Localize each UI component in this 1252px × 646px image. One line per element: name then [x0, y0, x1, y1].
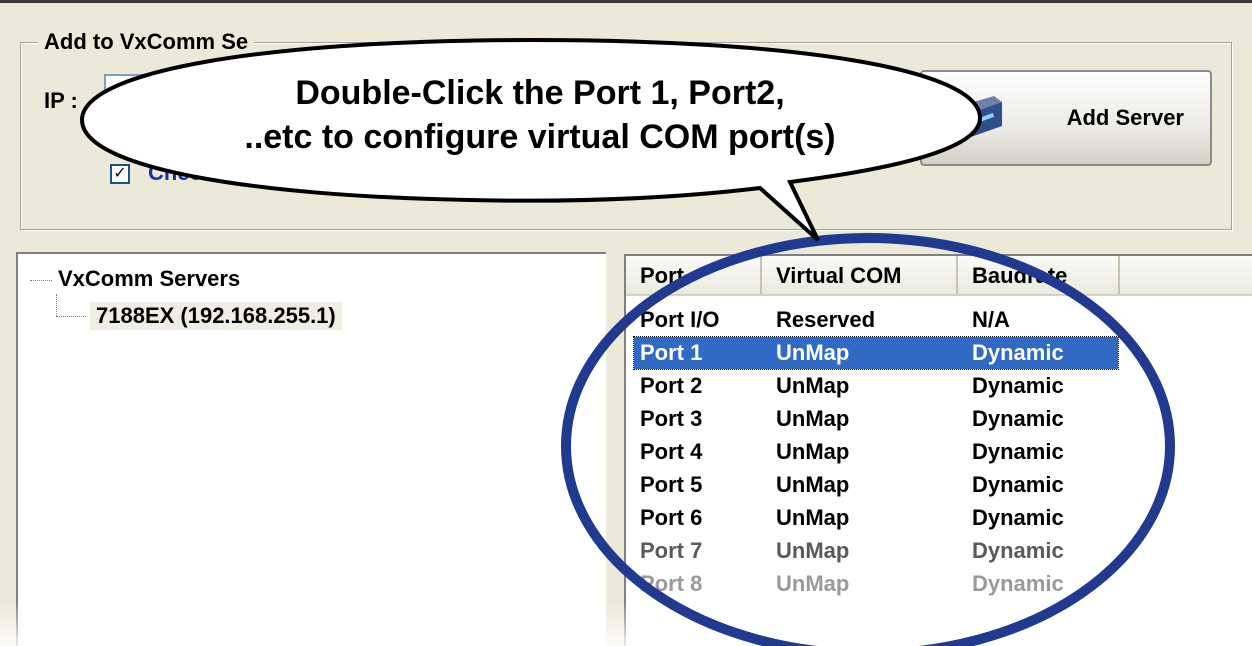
server-device-icon	[960, 96, 1002, 138]
virtual-com-cell: UnMap	[776, 439, 850, 464]
baudrate-cell: Dynamic	[972, 406, 1064, 431]
tree-root-vxcomm-servers[interactable]: VxComm Servers	[58, 266, 240, 292]
baudrate-cell: Dynamic	[972, 439, 1064, 464]
tree-connector	[30, 280, 52, 281]
port-cell: Port 2	[640, 373, 703, 398]
baudrate-cell: Dynamic	[972, 373, 1064, 398]
baudrate-cell: Dynamic	[972, 472, 1064, 497]
port-row[interactable]: Port 5 UnMap Dynamic	[634, 469, 1118, 501]
port-row-selected[interactable]: Port 1 UnMap Dynamic	[633, 336, 1119, 370]
baudrate-cell: N/A	[972, 307, 1010, 332]
port-row[interactable]: Port 7 UnMap Dynamic	[634, 535, 1118, 567]
port-row[interactable]: Port 2 UnMap Dynamic	[634, 370, 1118, 402]
port-cell: Port 1	[640, 340, 703, 365]
baudrate-cell: Dynamic	[972, 571, 1064, 596]
port-cell: Port 6	[640, 505, 703, 530]
option-checkbox[interactable]: ✓	[110, 164, 130, 184]
ip-input[interactable]	[104, 74, 304, 114]
virtual-com-cell: UnMap	[776, 373, 850, 398]
port-cell: Port 8	[640, 571, 703, 596]
column-header-virtual-com[interactable]: Virtual COM	[762, 256, 958, 294]
virtual-com-cell: UnMap	[776, 406, 850, 431]
option-checkbox-label: Chec	[148, 160, 202, 185]
port-cell: Port 7	[640, 538, 703, 563]
virtual-com-cell: UnMap	[776, 340, 850, 365]
port-row[interactable]: Port 3 UnMap Dynamic	[634, 403, 1118, 435]
port-cell: Port 5	[640, 472, 703, 497]
tree-connector	[56, 316, 86, 317]
window-top-border	[0, 0, 1252, 3]
baudrate-cell: Dynamic	[972, 340, 1064, 365]
add-server-label: Add Server	[1066, 105, 1184, 130]
column-header-port[interactable]: Port	[626, 256, 762, 294]
baudrate-cell: Dynamic	[972, 505, 1064, 530]
port-row[interactable]: Port I/O Reserved N/A	[634, 304, 1118, 336]
virtual-com-cell: UnMap	[776, 538, 850, 563]
groupbox-title: Add to VxComm Se	[38, 28, 255, 56]
ip-label: IP :	[44, 88, 78, 113]
virtual-com-cell: UnMap	[776, 505, 850, 530]
port-cell: Port 3	[640, 406, 703, 431]
virtual-com-cell: UnMap	[776, 472, 850, 497]
tree-item-server[interactable]: 7188EX (192.168.255.1)	[90, 302, 342, 330]
vxcomm-utility-window: Add to VxComm Se IP : ✓ Chec Add Server …	[0, 0, 1252, 646]
port-cell: Port 4	[640, 439, 703, 464]
virtual-com-cell: Reserved	[776, 307, 876, 332]
port-cell: Port I/O	[640, 307, 720, 332]
virtual-com-cell: UnMap	[776, 571, 850, 596]
column-header-baudrate[interactable]: Baudrate	[958, 256, 1120, 294]
baudrate-cell: Dynamic	[972, 538, 1064, 563]
port-row[interactable]: Port 6 UnMap Dynamic	[634, 502, 1118, 534]
port-row[interactable]: Port 4 UnMap Dynamic	[634, 436, 1118, 468]
port-row[interactable]: Port 8 UnMap Dynamic	[634, 568, 1118, 600]
tree-connector	[56, 294, 57, 316]
